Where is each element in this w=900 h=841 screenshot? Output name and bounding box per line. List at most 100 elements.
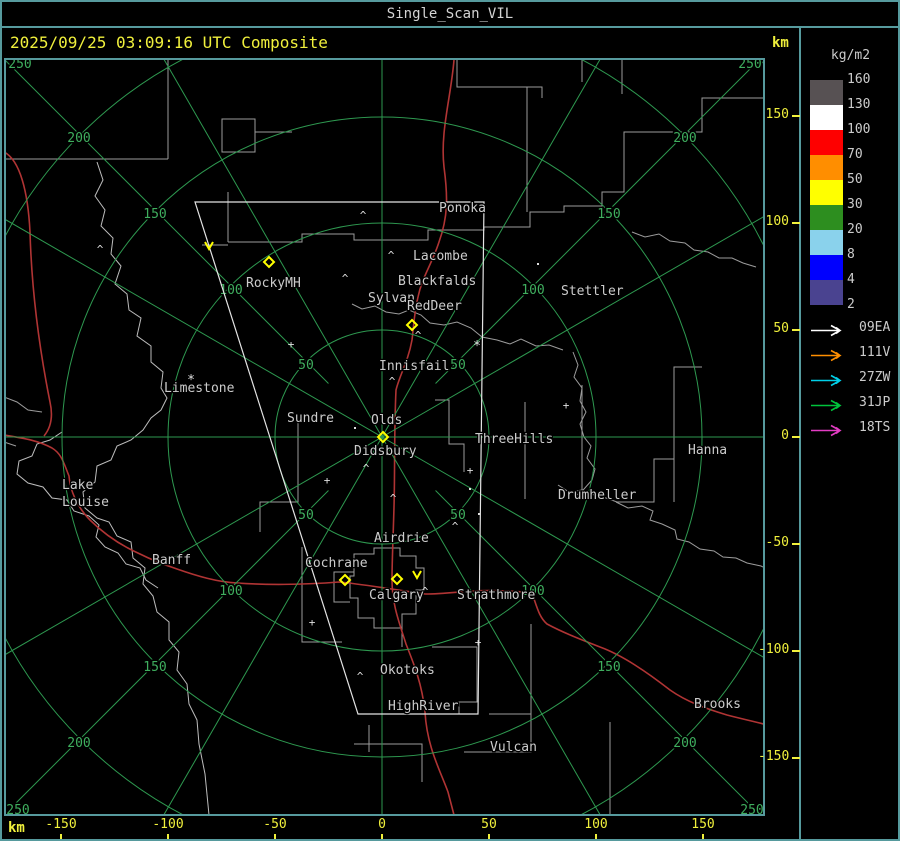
y-axis-tick <box>792 650 800 652</box>
x-axis-tick <box>381 834 383 839</box>
x-axis-tick-label: 150 <box>691 817 715 832</box>
x-axis-unit-label: km <box>8 820 25 836</box>
town-label: Olds <box>371 413 402 428</box>
vector-id-label: 27ZW <box>859 370 891 385</box>
x-axis-tick-label: 0 <box>378 817 386 832</box>
y-axis-tick-label: 50 <box>773 321 789 336</box>
scale-band <box>810 255 843 280</box>
y-axis-tick-label: -100 <box>758 642 790 657</box>
y-axis-tick-label: -50 <box>765 535 789 550</box>
y-axis-tick-label: 100 <box>765 214 789 229</box>
x-axis-tick-label: 50 <box>481 817 497 832</box>
vector-row: 09EA <box>810 321 890 337</box>
town-label: ThreeHills <box>475 432 553 447</box>
town-label: Stettler <box>561 284 624 299</box>
y-axis-tick <box>792 757 800 759</box>
town-label: Innisfail <box>379 359 449 374</box>
y-axis-tick <box>792 222 800 224</box>
scale-band <box>810 280 843 305</box>
scale-value: 30 <box>847 197 863 212</box>
town-marker: + <box>467 464 474 477</box>
town-marker: + <box>309 616 316 629</box>
town-marker: ^ <box>360 209 367 222</box>
town-marker: * <box>187 373 195 388</box>
range-ring-label: 50 <box>450 358 466 373</box>
range-ring-label: 150 <box>597 207 620 222</box>
x-axis-tick <box>60 834 62 839</box>
y-axis-tick <box>792 436 800 438</box>
town-label: Drumheller <box>558 488 636 503</box>
town-label: Limestone <box>164 381 235 396</box>
y-axis-tick-label: 150 <box>765 107 789 122</box>
range-ring-label: 100 <box>521 283 544 298</box>
town-marker: * <box>473 339 481 354</box>
legend-unit-label: kg/m2 <box>830 48 871 63</box>
storm-vector-marker <box>412 570 422 581</box>
range-ring-label: 50 <box>298 358 314 373</box>
x-axis-tick <box>488 834 490 839</box>
scale-band <box>810 130 843 155</box>
scale-value: 8 <box>847 247 855 262</box>
y-axis-tick <box>792 329 800 331</box>
town-label: HighRiver <box>388 699 459 714</box>
town-label: Banff <box>152 553 191 568</box>
range-ring-label: 150 <box>597 660 620 675</box>
scale-band <box>810 105 843 130</box>
scale-value: 20 <box>847 222 863 237</box>
y-axis-tick-label: 0 <box>781 428 789 443</box>
09ea-arrow-icon <box>811 324 842 337</box>
town-marker: ^ <box>357 670 364 683</box>
range-ring-label: 50 <box>298 508 314 523</box>
town-label: Cochrane <box>305 556 368 571</box>
town-label: Sundre <box>287 411 334 426</box>
town-marker: ^ <box>422 585 429 598</box>
y-axis-tick <box>792 543 800 545</box>
x-axis-tick-label: -50 <box>263 817 287 832</box>
scale-band <box>810 230 843 255</box>
range-ring-label: 200 <box>67 131 90 146</box>
x-axis-tick <box>274 834 276 839</box>
x-axis-tick-label: 100 <box>584 817 608 832</box>
town-marker: ^ <box>415 329 422 342</box>
scale-value: 130 <box>847 97 871 112</box>
scale-band <box>810 205 843 230</box>
vector-id-label: 111V <box>859 345 891 360</box>
y-axis-tick <box>792 115 800 117</box>
town-label: RedDeer <box>407 299 462 314</box>
town-label: Hanna <box>688 443 727 458</box>
scale-value: 2 <box>847 297 855 312</box>
radar-site-marker <box>262 255 276 269</box>
town-label: Lake <box>62 478 93 493</box>
scale-value: 4 <box>847 272 855 287</box>
vector-id-label: 09EA <box>859 320 891 335</box>
town-label: Vulcan <box>490 740 537 755</box>
town-marker: ^ <box>388 249 395 262</box>
range-ring-label: 200 <box>67 736 90 751</box>
town-marker: + <box>563 399 570 412</box>
town-label: Brooks <box>694 697 741 712</box>
town-marker: ^ <box>389 375 396 388</box>
town-marker: ^ <box>452 520 459 533</box>
town-marker: + <box>288 338 295 351</box>
radar-map-canvas[interactable]: 5010015020025050100150200250501001502002… <box>2 2 900 841</box>
town-marker: + <box>475 636 482 649</box>
town-marker <box>537 263 539 265</box>
town-marker: ^ <box>363 462 370 475</box>
app-frame: Single_Scan_VIL 2025/09/25 03:09:16 UTC … <box>0 0 900 841</box>
31jp-arrow-icon <box>811 399 842 412</box>
x-axis-tick <box>167 834 169 839</box>
town-label: Airdrie <box>374 531 429 546</box>
scale-value: 70 <box>847 147 863 162</box>
town-marker: ^ <box>342 272 349 285</box>
town-label: Okotoks <box>380 663 435 678</box>
town-marker <box>478 513 480 515</box>
vector-id-label: 18TS <box>859 420 891 435</box>
town-label: RockyMH <box>246 276 301 291</box>
range-ring-label: 200 <box>673 131 696 146</box>
town-marker: ^ <box>97 243 104 256</box>
x-axis-tick <box>702 834 704 839</box>
scale-value: 100 <box>847 122 871 137</box>
scale-band <box>810 80 843 105</box>
x-axis-tick-label: -150 <box>45 817 77 832</box>
scale-band <box>810 180 843 205</box>
